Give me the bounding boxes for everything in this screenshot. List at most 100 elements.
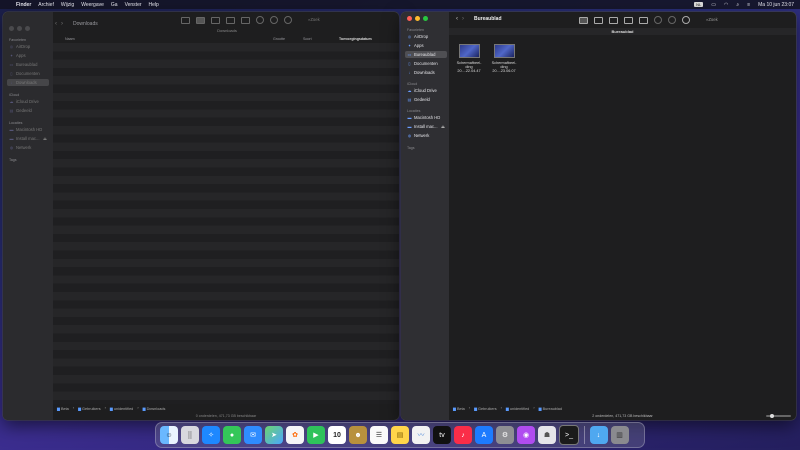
- sidebar-item-network[interactable]: ◍ Netwerk: [405, 132, 447, 139]
- sidebar-item-network[interactable]: ◍ Netwerk: [7, 144, 49, 151]
- sidebar-item-icloud-drive[interactable]: ☁ iCloud Drive: [405, 87, 447, 94]
- safari-icon[interactable]: ✧: [202, 426, 220, 444]
- tag-icon[interactable]: [668, 16, 676, 24]
- path-item[interactable]: ▆ Gebruikers: [78, 406, 101, 411]
- sidebar-item-icloud-drive[interactable]: ☁ iCloud Drive: [7, 98, 49, 105]
- trash-icon[interactable]: ▥: [610, 426, 629, 444]
- podcasts-icon[interactable]: ◉: [517, 426, 535, 444]
- menubar-clock[interactable]: Ma 10 jun 23:07: [758, 2, 794, 8]
- sidebar-item-install-mac[interactable]: ▬ Install mac... ⏏: [7, 135, 49, 142]
- menu-ga[interactable]: Ga: [111, 2, 118, 8]
- finder-window-desktop[interactable]: Favorieten ◎ AirDrop ✦ Apps ▭ Bureaublad ▯ D…: [401, 12, 796, 420]
- sidebar-item-documents[interactable]: ▯ Documenten: [7, 70, 49, 77]
- freeform-icon[interactable]: 〰: [412, 426, 430, 444]
- group-button[interactable]: [241, 16, 250, 24]
- path-item[interactable]: ▆ Bureaublad: [539, 406, 562, 411]
- back-button[interactable]: ‹: [55, 21, 57, 27]
- path-item[interactable]: ▆ Beta: [453, 406, 465, 411]
- path-item[interactable]: ▆ unidentified: [110, 406, 133, 411]
- music-icon[interactable]: ♪: [454, 426, 472, 444]
- list-view-button[interactable]: [196, 16, 205, 24]
- preview-icon[interactable]: ☗: [538, 426, 556, 444]
- reminders-icon[interactable]: ☰: [370, 426, 388, 444]
- tag-icon[interactable]: [270, 16, 278, 24]
- zoom-button[interactable]: [423, 16, 428, 21]
- slider-knob[interactable]: [770, 413, 774, 418]
- downloads-stack-icon[interactable]: ↓: [589, 426, 608, 444]
- notes-icon[interactable]: ▤: [391, 426, 409, 444]
- sidebar-item-downloads[interactable]: ↓ Downloads: [405, 69, 447, 76]
- menu-help[interactable]: Help: [149, 2, 159, 8]
- search-field[interactable]: ⌕ Zoek: [706, 16, 718, 23]
- finder-window-downloads[interactable]: Favorieten ◎ AirDrop ✦ Apps ▭ Bureaublad ▯ D…: [3, 12, 399, 420]
- sidebar-item-apps[interactable]: ✦ Apps: [7, 52, 49, 59]
- menu-weergave[interactable]: Weergave: [81, 2, 104, 8]
- action-menu-icon[interactable]: [284, 16, 292, 24]
- terminal-icon[interactable]: >_: [559, 425, 579, 445]
- photos-icon[interactable]: ✿: [286, 426, 304, 444]
- maps-icon[interactable]: ➤: [265, 426, 283, 444]
- apple-tv-icon[interactable]: tv: [433, 426, 451, 444]
- menu-wijzig[interactable]: Wijzig: [61, 2, 74, 8]
- sidebar-item-shared[interactable]: ▤ Gedeeld: [7, 107, 49, 114]
- eject-icon[interactable]: ⏏: [43, 136, 47, 141]
- close-button[interactable]: [407, 16, 412, 21]
- icon-view-button[interactable]: [181, 16, 190, 24]
- close-button[interactable]: [9, 26, 14, 31]
- gallery-view-button[interactable]: [624, 16, 633, 24]
- icon-view-button[interactable]: [579, 16, 588, 24]
- column-view-button[interactable]: [609, 16, 618, 24]
- calendar-icon[interactable]: 10: [328, 426, 346, 444]
- sidebar-item-airdrop[interactable]: ◎ AirDrop: [405, 33, 447, 40]
- input-source-badge[interactable]: NL: [694, 2, 704, 7]
- system-settings-icon[interactable]: ⚙: [496, 426, 514, 444]
- menu-venster[interactable]: Venster: [125, 2, 142, 8]
- share-icon[interactable]: [654, 16, 662, 24]
- mail-icon[interactable]: ✉: [244, 426, 262, 444]
- control-center-icon[interactable]: ≡: [747, 2, 750, 8]
- path-item[interactable]: ▆ Downloads: [143, 406, 166, 411]
- path-item[interactable]: ▆ Beta: [57, 406, 69, 411]
- contacts-icon[interactable]: ☻: [349, 426, 367, 444]
- finder-icon[interactable]: ☺: [160, 426, 178, 444]
- sidebar-item-install-mac[interactable]: ▬ Install mac... ⏏: [405, 123, 447, 130]
- wifi-icon[interactable]: ◠: [724, 2, 728, 8]
- search-field[interactable]: ⌕ Zoek: [308, 16, 320, 23]
- menu-archief[interactable]: Archief: [38, 2, 54, 8]
- file-list[interactable]: [53, 43, 399, 404]
- eject-icon[interactable]: ⏏: [441, 124, 445, 129]
- sidebar-item-macintosh-hd[interactable]: ▬ Macintosh HD: [7, 126, 49, 133]
- menu-finder[interactable]: Finder: [16, 2, 31, 8]
- sidebar-item-desktop[interactable]: ▭ Bureaublad: [405, 51, 447, 58]
- action-menu-icon[interactable]: [682, 16, 690, 24]
- sidebar-item-desktop[interactable]: ▭ Bureaublad: [7, 61, 49, 68]
- column-kind[interactable]: Soort: [303, 37, 312, 41]
- sidebar-item-apps[interactable]: ✦ Apps: [405, 42, 447, 49]
- path-item[interactable]: ▆ unidentified: [506, 406, 529, 411]
- forward-button[interactable]: ›: [61, 21, 63, 27]
- share-icon[interactable]: [256, 16, 264, 24]
- icon-size-slider[interactable]: [766, 413, 791, 418]
- list-view-button[interactable]: [594, 16, 603, 24]
- zoom-button[interactable]: [25, 26, 30, 31]
- sidebar-item-documents[interactable]: ▯ Documenten: [405, 60, 447, 67]
- sidebar-item-shared[interactable]: ▤ Gedeeld: [405, 96, 447, 103]
- file-item[interactable]: Schermafbeel- ding 20....23.06.07: [489, 44, 519, 73]
- path-item[interactable]: ▆ Gebruikers: [474, 406, 497, 411]
- forward-button[interactable]: ›: [462, 16, 464, 22]
- battery-icon[interactable]: ▭: [711, 2, 716, 8]
- back-button[interactable]: ‹: [456, 16, 458, 22]
- column-date-added[interactable]: Toevoegingsdatum: [339, 37, 372, 41]
- messages-icon[interactable]: ●: [223, 426, 241, 444]
- launchpad-icon[interactable]: ⣿: [181, 426, 199, 444]
- file-item[interactable]: Schermafbeel- ding 20....22.04.47: [454, 44, 484, 73]
- app-store-icon[interactable]: A: [475, 426, 493, 444]
- gallery-view-button[interactable]: [226, 16, 235, 24]
- column-view-button[interactable]: [211, 16, 220, 24]
- column-size[interactable]: Grootte: [273, 37, 285, 41]
- sidebar-item-airdrop[interactable]: ◎ AirDrop: [7, 43, 49, 50]
- search-icon[interactable]: ⌕: [736, 2, 739, 8]
- column-name[interactable]: Naam: [65, 37, 75, 41]
- group-button[interactable]: [639, 16, 648, 24]
- sidebar-item-macintosh-hd[interactable]: ▬ Macintosh HD: [405, 114, 447, 121]
